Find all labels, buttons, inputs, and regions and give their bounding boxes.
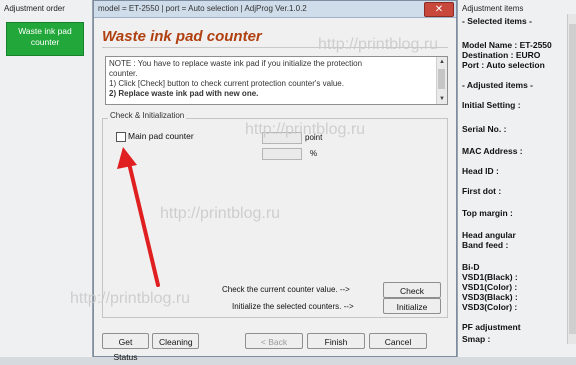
close-icon: ✕ <box>434 4 444 15</box>
adjustment-item-line: VSD1(Color) : <box>462 282 518 292</box>
note-scroll-thumb[interactable] <box>438 69 445 89</box>
adjustment-item-line: - Adjusted items - <box>462 80 533 90</box>
adjustment-item-line: Destination : EURO <box>462 50 541 60</box>
adjustment-item-line: Port : Auto selection <box>462 60 545 70</box>
adjustment-item-line: Head angular <box>462 230 516 240</box>
dialog-title: model = ET-2550 | port = Auto selection … <box>98 4 307 13</box>
right-pane-scrollbar[interactable] <box>567 14 576 344</box>
cancel-button[interactable]: Cancel <box>369 333 427 349</box>
percent-unit: % <box>310 149 318 158</box>
adjustment-items-pane: Adjustment items - Selected items - Model… <box>457 0 576 357</box>
adjustment-item-line: Top margin : <box>462 208 513 218</box>
close-button[interactable]: ✕ <box>424 2 454 17</box>
adjustment-item-line: Model Name : ET-2550 <box>462 40 552 50</box>
note-line-2: counter. <box>109 69 138 78</box>
note-box: NOTE : You have to replace waste ink pad… <box>105 56 448 105</box>
adjustment-item-line: VSD3(Color) : <box>462 302 518 312</box>
adjustment-item-line: Band feed : <box>462 240 509 250</box>
adjustment-order-title: Adjustment order <box>4 4 65 13</box>
note-line-4: 2) Replace waste ink pad with new one. <box>109 89 259 98</box>
waste-ink-pad-dialog: model = ET-2550 | port = Auto selection … <box>93 0 457 362</box>
adjustment-item-line: VSD1(Black) : <box>462 272 518 282</box>
adjustment-item-line: First dot : <box>462 186 502 196</box>
initialize-button[interactable]: Initialize <box>383 298 441 314</box>
main-pad-label: Main pad counter <box>128 131 194 141</box>
adjustment-item-line: Initial Setting : <box>462 100 521 110</box>
point-unit: point <box>305 133 323 142</box>
adjustment-item-line: Serial No. : <box>462 124 507 134</box>
scroll-up-icon[interactable]: ▲ <box>439 59 445 65</box>
finish-button[interactable]: Finish <box>307 333 365 349</box>
note-scrollbar[interactable]: ▲ ▼ <box>436 57 447 104</box>
check-button[interactable]: Check <box>383 282 441 298</box>
waste-ink-pad-counter-item[interactable]: Waste ink pad counter <box>6 22 84 56</box>
adjustment-item-line: Bi-D <box>462 262 480 272</box>
main-pad-checkbox[interactable] <box>116 132 126 142</box>
right-pane-scroll-thumb[interactable] <box>569 24 576 334</box>
cleaning-button[interactable]: Cleaning <box>152 333 199 349</box>
point-value-field <box>262 132 302 144</box>
scroll-down-icon[interactable]: ▼ <box>439 96 445 102</box>
get-status-button[interactable]: Get Status <box>102 333 149 362</box>
adjustment-item-line: VSD3(Black) : <box>462 292 518 302</box>
initialize-instruction: Initialize the selected counters. --> <box>232 302 354 311</box>
page-title: Waste ink pad counter <box>102 28 262 45</box>
heading-divider <box>102 47 448 48</box>
back-button[interactable]: < Back <box>245 333 303 349</box>
note-line-1: NOTE : You have to replace waste ink pad… <box>109 59 363 68</box>
adjustment-item-line: MAC Address : <box>462 146 523 156</box>
note-text: NOTE : You have to replace waste ink pad… <box>109 59 434 99</box>
adjustment-order-pane: Adjustment order Waste ink pad counter <box>0 0 93 357</box>
adjustment-item-line: - Selected items - <box>462 16 532 26</box>
adjustment-item-line: Head ID : <box>462 166 499 176</box>
check-instruction: Check the current counter value. --> <box>222 285 350 294</box>
adjustment-items-title: Adjustment items <box>462 4 524 13</box>
note-line-3: 1) Click [Check] button to check current… <box>109 79 344 88</box>
dialog-titlebar: model = ET-2550 | port = Auto selection … <box>94 1 456 18</box>
percent-value-field <box>262 148 302 160</box>
adjustment-item-line: Smap : <box>462 334 491 344</box>
check-init-group-title: Check & Initialization <box>108 111 187 120</box>
adjustment-item-line: PF adjustment <box>462 322 521 332</box>
